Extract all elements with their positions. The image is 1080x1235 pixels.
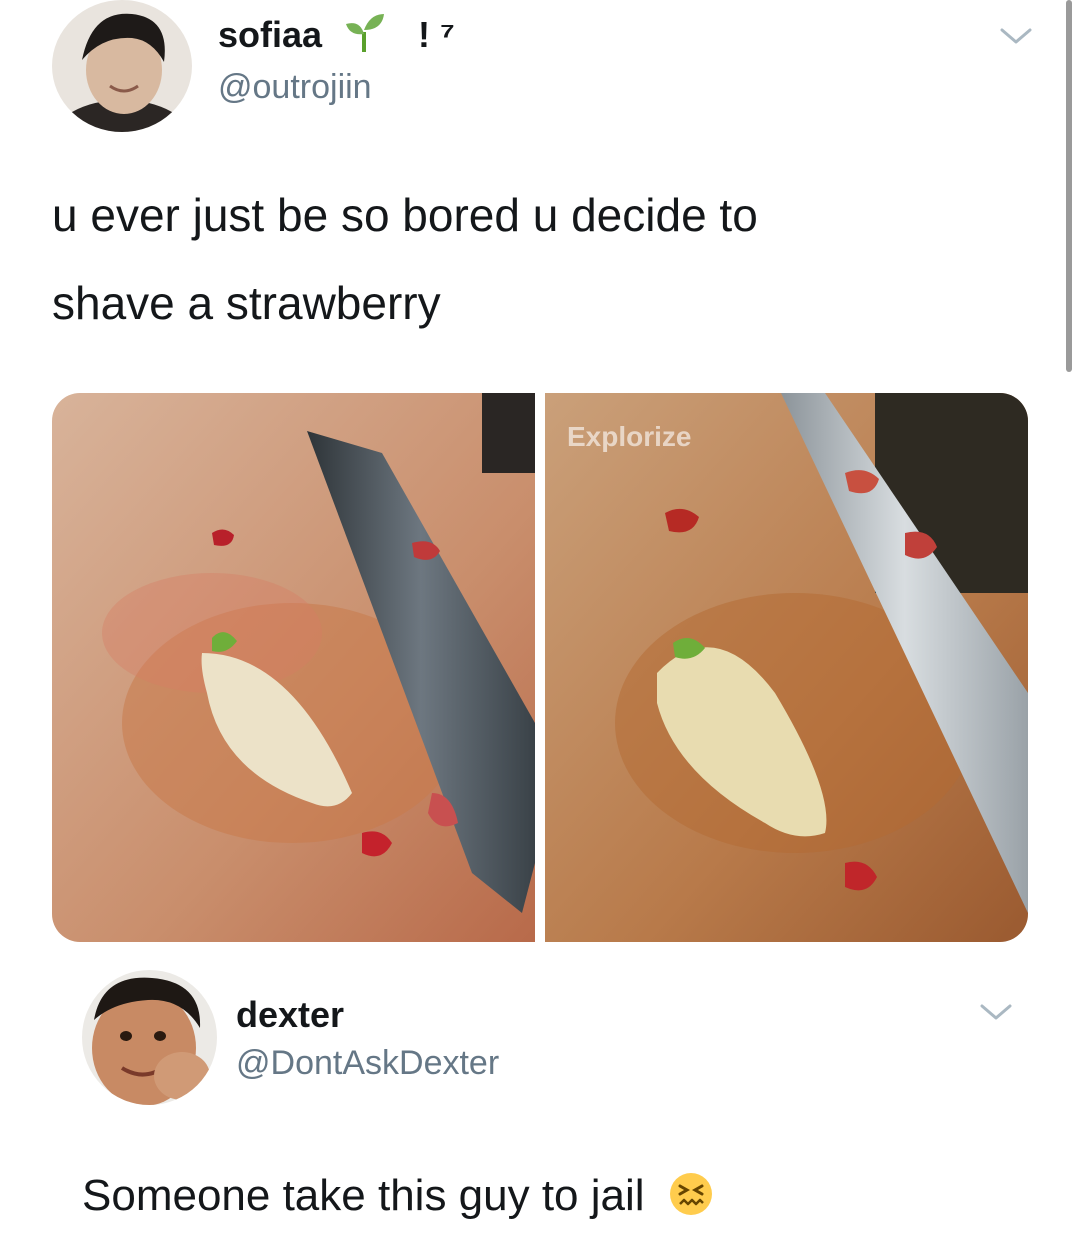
reply-avatar[interactable] <box>82 970 217 1105</box>
tweet-text-line-1: u ever just be so bored u decide to <box>52 189 758 241</box>
chevron-down-icon[interactable] <box>996 24 1036 48</box>
watermark: Explorize <box>567 421 692 452</box>
reply-text: Someone take this guy to jail <box>82 1170 715 1221</box>
handle[interactable]: @outrojiin <box>218 68 372 107</box>
tweet-text: u ever just be so bored u decide to shav… <box>52 180 1012 338</box>
avatar[interactable] <box>52 0 192 132</box>
display-name-text: sofiaa <box>218 14 323 55</box>
strawberry-photo-left <box>52 393 535 942</box>
reply-chevron-down-icon[interactable] <box>976 1000 1016 1024</box>
strawberry-photo-right <box>545 393 1028 942</box>
scrollbar[interactable] <box>1066 0 1072 372</box>
confounded-face-icon <box>669 1173 712 1215</box>
reply-display-name[interactable]: dexter <box>236 994 344 1036</box>
seedling-icon <box>346 14 384 52</box>
display-name[interactable]: sofiaa <box>218 14 322 56</box>
avatar-photo <box>52 0 192 132</box>
reply-text-content: Someone take this guy to jail <box>82 1171 645 1220</box>
reply-avatar-photo <box>82 970 217 1105</box>
tweet-text-line-2: shave a strawberry <box>52 277 441 329</box>
reply-handle[interactable]: @DontAskDexter <box>236 1044 499 1083</box>
tweet-photo-left[interactable] <box>52 393 535 942</box>
name-suffix: ! ⁷ <box>418 14 455 55</box>
tweet-photo-right[interactable]: Explorize <box>545 393 1028 942</box>
